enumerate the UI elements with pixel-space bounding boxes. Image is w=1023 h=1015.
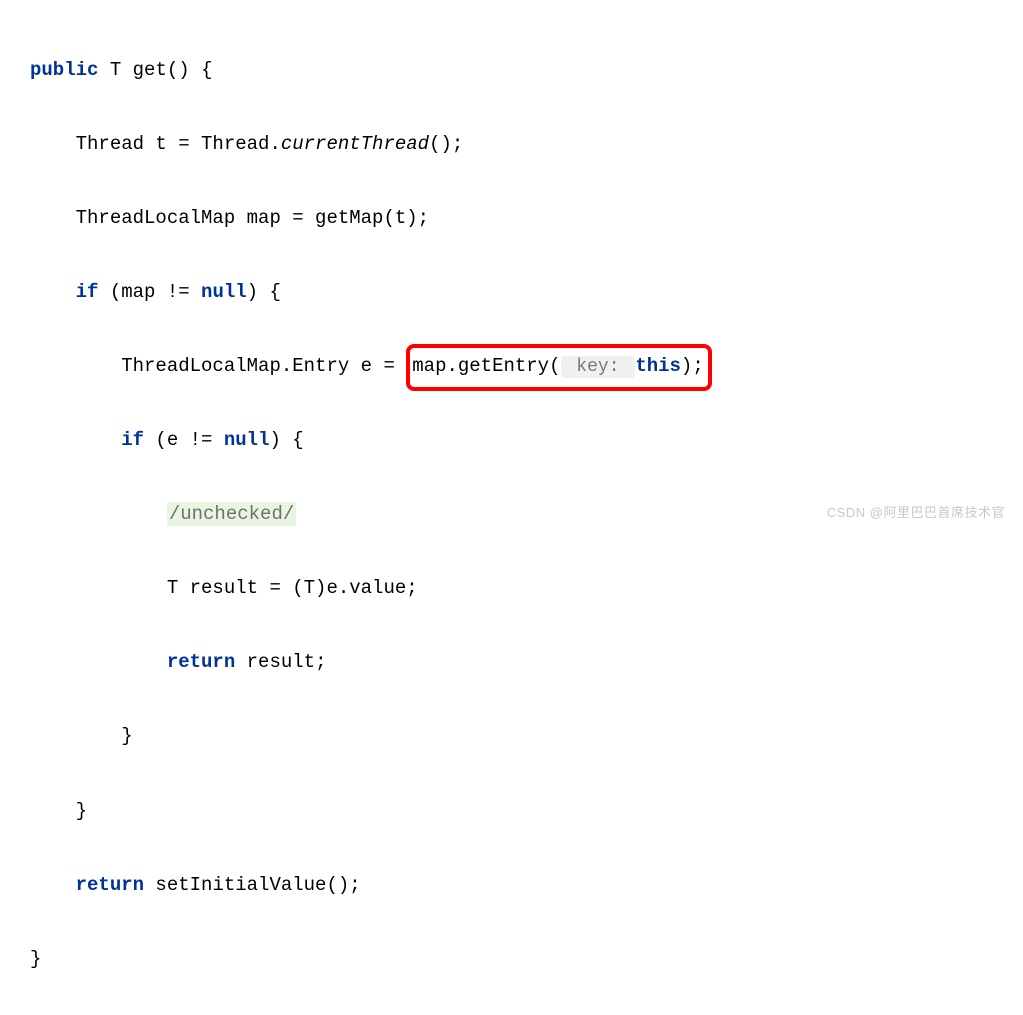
suppress-comment: /unchecked/	[167, 502, 296, 526]
code-line: ThreadLocalMap.Entry e = map.getEntry( k…	[30, 348, 1013, 385]
type-generic: T	[110, 59, 121, 81]
param-hint: key:	[561, 356, 636, 378]
code-line: ThreadLocalMap map = getMap(t);	[30, 200, 1013, 237]
keyword-if: if	[76, 281, 99, 303]
code-text: (e !=	[144, 429, 224, 451]
code-text: ThreadLocalMap.Entry e =	[121, 355, 406, 377]
code-text: ) {	[269, 429, 303, 451]
code-text: result;	[235, 651, 326, 673]
code-line: }	[30, 793, 1013, 830]
code-text: ThreadLocalMap map = getMap(t);	[76, 207, 429, 229]
code-line: return setInitialValue();	[30, 867, 1013, 904]
code-text: }	[30, 948, 41, 970]
code-text: setInitialValue();	[144, 874, 361, 896]
code-line: if (e != null) {	[30, 422, 1013, 459]
code-line: public T get() {	[30, 52, 1013, 89]
code-line: if (map != null) {	[30, 274, 1013, 311]
code-text: }	[121, 725, 132, 747]
static-method: currentThread	[281, 133, 429, 155]
code-text: map.getEntry(	[412, 355, 560, 377]
code-text: (map !=	[98, 281, 201, 303]
code-line: return result;	[30, 644, 1013, 681]
keyword-null: null	[201, 281, 247, 303]
keyword-public: public	[30, 59, 98, 81]
highlight-box: map.getEntry( key: this);	[406, 344, 711, 391]
keyword-this: this	[635, 355, 681, 377]
code-line: }	[30, 941, 1013, 978]
method-name: get	[133, 59, 167, 81]
code-text: () {	[167, 59, 213, 81]
code-text: ) {	[247, 281, 281, 303]
watermark: CSDN @阿里巴巴首席技术官	[827, 500, 1005, 525]
code-line: T result = (T)e.value;	[30, 570, 1013, 607]
code-text: T result = (T)e.value;	[167, 577, 418, 599]
keyword-return: return	[167, 651, 235, 673]
code-text: }	[76, 800, 87, 822]
keyword-return: return	[76, 874, 144, 896]
code-line: }	[30, 718, 1013, 755]
code-text: ();	[429, 133, 463, 155]
keyword-if: if	[121, 429, 144, 451]
code-line: Thread t = Thread.currentThread();	[30, 126, 1013, 163]
keyword-null: null	[224, 429, 270, 451]
code-text: );	[681, 355, 704, 377]
code-text: Thread t = Thread.	[76, 133, 281, 155]
